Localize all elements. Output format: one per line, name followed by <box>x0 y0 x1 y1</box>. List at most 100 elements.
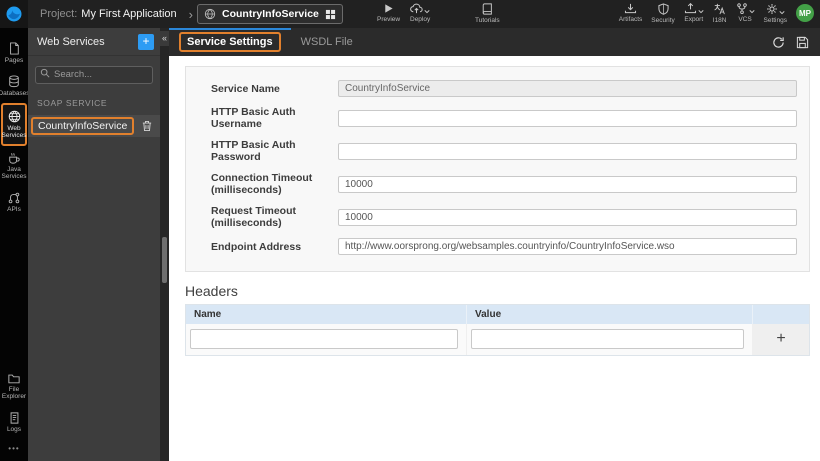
book-icon <box>482 3 493 15</box>
sidebar-item-web-services[interactable]: Web Services <box>1 102 27 146</box>
apps-grid-icon[interactable] <box>325 9 336 20</box>
project-label: Project: <box>40 8 78 20</box>
basic-auth-username-field[interactable] <box>338 109 797 127</box>
service-name-label: Service Name <box>211 82 280 95</box>
more-ellipsis-icon[interactable]: ••• <box>0 438 28 461</box>
soap-service-section-label: SOAP SERVICE <box>37 97 108 108</box>
play-icon <box>383 3 394 14</box>
i18n-button[interactable]: I18N <box>713 3 727 24</box>
header-value-input[interactable] <box>471 328 744 349</box>
breadcrumb-chevron-icon: › <box>188 6 194 22</box>
left-navigation-rail: Pages Databases Web Services Java Servic… <box>0 28 30 461</box>
tab-tools <box>772 28 820 56</box>
i18n-label: I18N <box>712 17 727 24</box>
artifacts-label: Artifacts <box>618 16 643 23</box>
security-label: Security <box>651 17 675 24</box>
vcs-button[interactable]: VCS <box>736 3 755 23</box>
globe-icon <box>8 110 21 123</box>
sidebar-item-pages[interactable]: Pages <box>0 36 28 69</box>
sidebar-item-java-services[interactable]: Java Services <box>0 146 28 186</box>
search-box <box>35 64 153 84</box>
add-header-button[interactable]: + <box>753 324 809 355</box>
settings-button[interactable]: Settings <box>763 3 788 24</box>
translate-icon <box>713 3 726 15</box>
cloud-upload-icon <box>410 3 423 14</box>
app-window: Project: My First Application › CountryI… <box>0 0 820 461</box>
top-header-bar: Project: My First Application › CountryI… <box>0 0 820 28</box>
service-list-item-label: CountryInfoService <box>31 116 135 135</box>
user-avatar[interactable]: MP <box>796 4 814 22</box>
coffee-icon <box>8 152 20 164</box>
scrollbar-thumb[interactable] <box>162 237 167 283</box>
headers-table-header: Name Value <box>186 305 809 324</box>
rail-spacer <box>0 218 28 366</box>
globe-icon <box>204 8 216 20</box>
endpoint-address-field[interactable] <box>338 238 797 255</box>
endpoint-address-label: Endpoint Address <box>211 240 302 253</box>
request-timeout-field[interactable] <box>338 208 797 226</box>
header-col-name: Name <box>186 305 467 324</box>
headers-section-title: Headers <box>185 283 238 299</box>
headers-table-row: + <box>186 324 809 355</box>
tab-service-settings[interactable]: Service Settings <box>169 28 291 56</box>
basic-auth-password-label: HTTP Basic Auth Password <box>211 139 296 163</box>
tutorials-button[interactable]: Tutorials <box>475 3 500 24</box>
form-row: Request Timeout (milliseconds) <box>211 205 797 229</box>
artifacts-button[interactable]: Artifacts <box>619 3 642 23</box>
form-row: HTTP Basic Auth Username <box>211 106 797 130</box>
basic-auth-password-field[interactable] <box>338 142 797 160</box>
sidebar-item-databases[interactable]: Databases <box>0 69 30 102</box>
export-label: Export <box>684 16 704 23</box>
export-button[interactable]: Export <box>684 3 704 23</box>
service-selector[interactable]: CountryInfoService <box>197 4 343 24</box>
gear-icon <box>766 3 778 15</box>
sidebar-item-file-explorer[interactable]: File Explorer <box>0 367 28 406</box>
panel-scroll-strip: « <box>160 28 169 461</box>
form-row: HTTP Basic Auth Password <box>211 139 797 163</box>
breadcrumb: Project: My First Application <box>28 8 185 20</box>
connection-timeout-label: Connection Timeout (milliseconds) <box>211 172 313 196</box>
preview-button[interactable]: Preview <box>377 3 400 23</box>
sidebar-item-apis[interactable]: APIs <box>0 186 28 218</box>
trash-icon[interactable] <box>142 120 152 132</box>
api-icon <box>8 192 20 204</box>
connection-timeout-field[interactable] <box>338 175 797 193</box>
database-icon <box>8 75 20 88</box>
security-button[interactable]: Security <box>651 3 675 24</box>
wavemaker-logo[interactable] <box>0 0 28 28</box>
project-name[interactable]: My First Application <box>81 8 176 20</box>
header-name-input[interactable] <box>190 328 458 349</box>
folder-icon <box>8 373 20 384</box>
upload-icon <box>684 3 697 14</box>
pages-icon <box>8 42 20 55</box>
web-services-panel: Web Services + SOAP SERVICE CountryInfoS… <box>28 28 160 461</box>
service-list-item[interactable]: CountryInfoService <box>28 114 160 137</box>
settings-label: Settings <box>763 17 788 24</box>
header-col-add <box>753 305 809 324</box>
shield-icon <box>657 3 669 15</box>
search-input[interactable] <box>35 65 153 84</box>
tab-wsdl-file[interactable]: WSDL File <box>291 28 363 56</box>
service-name-field <box>338 80 797 97</box>
chevron-down-icon <box>698 9 704 14</box>
refresh-icon[interactable] <box>772 36 785 49</box>
main-panel: Service Settings WSDL File Service Name … <box>169 28 820 461</box>
vcs-label: VCS <box>738 16 752 23</box>
search-icon <box>40 68 50 78</box>
topbar-right-actions: Artifacts Security Export I18N VCS Setti… <box>619 3 814 24</box>
sidebar-item-logs[interactable]: Logs <box>0 406 28 438</box>
deploy-button[interactable]: Deploy <box>410 3 430 23</box>
download-icon <box>624 3 637 14</box>
service-settings-content: Service Name HTTP Basic Auth Username HT… <box>169 56 820 461</box>
wavemaker-logo-icon <box>5 5 23 23</box>
service-settings-form: Service Name HTTP Basic Auth Username HT… <box>185 66 810 272</box>
header-col-value: Value <box>467 305 753 324</box>
request-timeout-label: Request Timeout (milliseconds) <box>211 205 296 229</box>
tab-bar: Service Settings WSDL File <box>169 28 820 56</box>
basic-auth-username-label: HTTP Basic Auth Username <box>211 106 296 130</box>
add-service-button[interactable]: + <box>138 33 154 50</box>
panel-header: Web Services + <box>28 28 160 56</box>
chevron-down-icon <box>748 9 755 14</box>
collapse-panel-button[interactable]: « <box>160 31 169 46</box>
save-icon[interactable] <box>796 36 809 49</box>
